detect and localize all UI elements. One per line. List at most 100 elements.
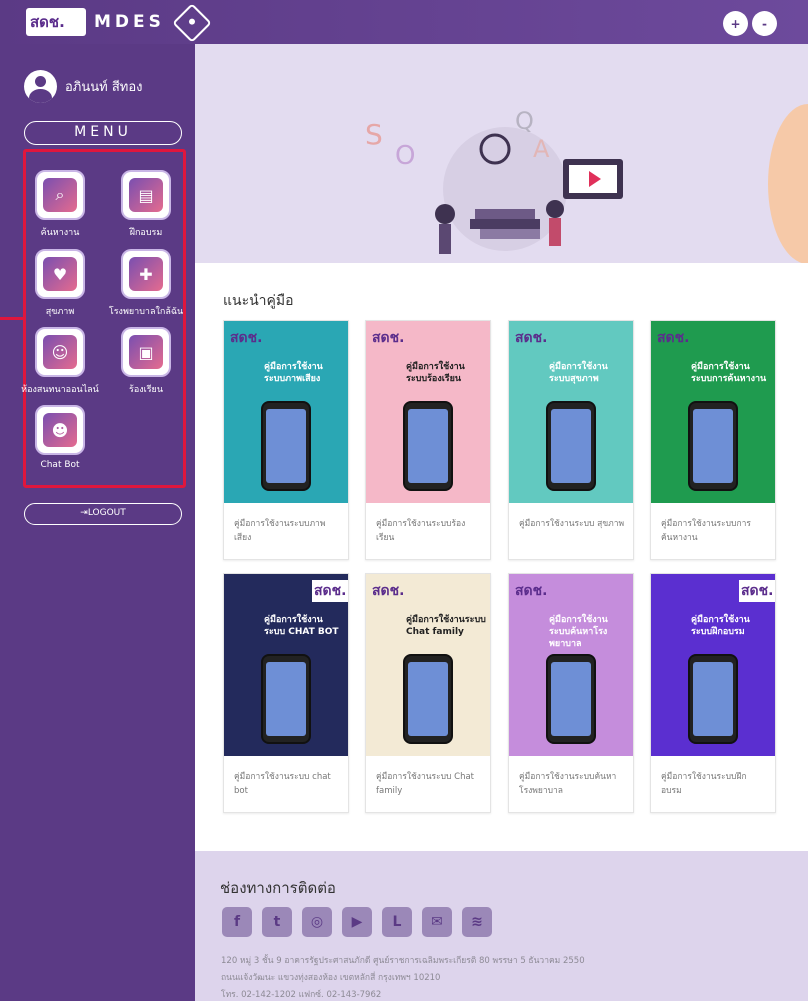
cover-logo: สดช. [657, 330, 690, 346]
menu-item-label: โรงพยาบาลใกล้ฉัน [108, 307, 184, 317]
manual-card-label: คู่มือการใช้งานระบบภาพ เสียง [234, 519, 326, 543]
font-decrease-button[interactable]: - [752, 11, 777, 36]
menu-item-complaint[interactable]: ▣ ร้องเรียน [106, 327, 186, 396]
menu-heading: MENU [24, 121, 182, 145]
cover-title: คู่มือการใช้งาน ระบบ CHAT BOT [264, 615, 339, 637]
manual-cover: สดช. คู่มือการใช้งาน ระบบ CHAT BOT [224, 574, 348, 756]
manual-card[interactable]: สดช. คู่มือการใช้งาน ระบบร้องเรียน คู่มือก… [365, 320, 491, 560]
manual-card-label: คู่มือการใช้งานระบบ chat bot [234, 772, 331, 796]
facebook-icon[interactable]: f [222, 907, 252, 937]
manual-card[interactable]: สดช. คู่มือการใช้งาน ระบบสุขภาพ คู่มือการใ… [508, 320, 634, 560]
menu-item-label: ห้องสนทนาออนไลน์ [21, 385, 99, 395]
menu-item-job-search[interactable]: ⌕ ค้นหางาน [20, 170, 100, 239]
cover-title: คู่มือการใช้งาน ระบบสุขภาพ [549, 362, 608, 384]
avatar [24, 70, 57, 103]
complaint-icon: ▣ [129, 335, 163, 369]
menu-item-label: ร้องเรียน [129, 385, 163, 395]
menu-item-health[interactable]: ♥ สุขภาพ [20, 249, 100, 318]
instagram-icon[interactable]: ◎ [302, 907, 332, 937]
manual-card[interactable]: สดช. คู่มือการใช้งาน ระบบค้นหาโรงพยาบาล คู… [508, 573, 634, 813]
manual-cover: สดช. คู่มือการใช้งาน ระบบฝึกอบรม [651, 574, 775, 756]
contact-title: ช่องทางการติดต่อ [220, 879, 336, 897]
manual-card-label: คู่มือการใช้งานระบบ สุขภาพ [519, 519, 625, 529]
chat-room-icon: ☺ [43, 335, 77, 369]
hero-banner: S O Q A [195, 44, 808, 263]
manual-cover: สดช. คู่มือการใช้งาน ระบบการค้นหางาน [651, 321, 775, 503]
phone-mockup [261, 401, 311, 491]
svg-text:Q: Q [515, 107, 534, 135]
manual-cover: สดช. คู่มือการใช้งาน ระบบสุขภาพ [509, 321, 633, 503]
manual-card-label: คู่มือการใช้งานระบบการ ค้นหางาน [661, 519, 751, 543]
manual-card[interactable]: สดช. คู่มือการใช้งาน ระบบ CHAT BOT คู่มือก… [223, 573, 349, 813]
cover-logo: สดช. [515, 330, 548, 346]
cover-logo: สดช. [312, 580, 348, 602]
chatbot-icon: ☻ [43, 413, 77, 447]
menu-item-chatbot[interactable]: ☻ Chat Bot [20, 405, 100, 470]
cover-title: คู่มือการใช้งาน ระบบการค้นหางาน [691, 362, 767, 384]
character-illustration [768, 104, 808, 263]
menu-item-label: ฝึกอบรม [129, 228, 163, 238]
phone-mockup [403, 401, 453, 491]
youtube-icon[interactable]: ▶ [342, 907, 372, 937]
phone-mockup [546, 654, 596, 744]
phone-mockup [688, 654, 738, 744]
manual-card-label: คู่มือการใช้งานระบบค้นหา โรงพยาบาล [519, 772, 617, 796]
section-title: แนะนำคู่มือ [223, 293, 294, 309]
manual-card[interactable]: สดช. คู่มือการใช้งาน ระบบภาพเสียง คู่มือกา… [223, 320, 349, 560]
cover-logo: สดช. [372, 330, 405, 346]
logout-button[interactable]: ⇥LOGOUT [24, 503, 182, 525]
svg-text:A: A [533, 135, 550, 163]
phone-mockup [403, 654, 453, 744]
manual-card[interactable]: สดช. คู่มือการใช้งาน ระบบฝึกอบรมคู่มือการ… [650, 573, 776, 813]
hospital-icon: ✚ [129, 257, 163, 291]
username: อภินนท์ สีทอง [65, 80, 143, 95]
brand-title: MDES [94, 12, 165, 32]
cover-title: คู่มือการใช้งาน ระบบค้นหาโรงพยาบาล [549, 615, 608, 649]
line-icon[interactable]: L [382, 907, 412, 937]
logout-icon: ⇥ [80, 508, 88, 518]
cover-logo: สดช. [230, 330, 263, 346]
manual-card-label: คู่มือการใช้งานระบบฝึก อบรม [661, 772, 747, 796]
manual-cover: สดช. คู่มือการใช้งาน ระบบภาพเสียง [224, 321, 348, 503]
job-search-icon: ⌕ [43, 178, 77, 212]
rss-icon[interactable]: ≋ [462, 907, 492, 937]
cover-title: คู่มือการใช้งาน ระบบภาพเสียง [264, 362, 323, 384]
phone-mockup [261, 654, 311, 744]
manual-card[interactable]: สดช. คู่มือการใช้งานระบบ Chat family คู่มื… [365, 573, 491, 813]
logout-label: LOGOUT [87, 508, 126, 518]
phone-line: โทร. 02-142-1202 แฟกซ์. 02-143-7962 [221, 990, 382, 1000]
phone-mockup [688, 401, 738, 491]
font-increase-button[interactable]: + [723, 11, 748, 36]
manual-card-label: คู่มือการใช้งานระบบร้อง เรียน [376, 519, 466, 543]
agency-logo[interactable]: สดช. [26, 8, 86, 36]
cover-logo: สดช. [515, 583, 548, 599]
menu-item-label: สุขภาพ [45, 307, 75, 317]
menu-item-hospital[interactable]: ✚ โรงพยาบาลใกล้ฉัน [106, 249, 186, 318]
sidebar-toggle-icon[interactable] [172, 3, 212, 43]
manual-cover: สดช. คู่มือการใช้งาน ระบบค้นหาโรงพยาบาล [509, 574, 633, 756]
user-profile[interactable]: อภินนท์ สีทอง [24, 70, 143, 103]
svg-text:O: O [395, 141, 415, 171]
manual-cover: สดช. คู่มือการใช้งานระบบ Chat family [366, 574, 490, 756]
manual-cover: สดช. คู่มือการใช้งาน ระบบร้องเรียน [366, 321, 490, 503]
address-line-1: 120 หมู่ 3 ชั้น 9 อาคารรัฐประศาสนภักดี ศ… [221, 956, 585, 966]
menu-item-chat-room[interactable]: ☺ ห้องสนทนาออนไลน์ [20, 327, 100, 396]
svg-text:S: S [365, 118, 383, 151]
manual-card[interactable]: สดช. คู่มือการใช้งาน ระบบการค้นหางาน คู่มื… [650, 320, 776, 560]
cover-title: คู่มือการใช้งาน ระบบฝึกอบรม [691, 615, 750, 637]
logo-text: สดช. [30, 13, 65, 31]
twitter-icon[interactable]: t [262, 907, 292, 937]
cover-logo: สดช. [739, 580, 775, 602]
menu-item-label: Chat Bot [40, 460, 80, 470]
email-icon[interactable]: ✉ [422, 907, 452, 937]
health-icon: ♥ [43, 257, 77, 291]
menu-item-label: ค้นหางาน [40, 228, 80, 238]
menu-item-training[interactable]: ▤ ฝึกอบรม [106, 170, 186, 239]
cover-title: คู่มือการใช้งาน ระบบร้องเรียน [406, 362, 465, 384]
manual-card-label: คู่มือการใช้งานระบบ Chat family [376, 772, 475, 796]
hero-illustration: S O Q A [365, 107, 623, 254]
address-line-2: ถนนแจ้งวัฒนะ แขวงทุ่งสองห้อง เขตหลักสี่ … [221, 973, 441, 983]
training-icon: ▤ [129, 178, 163, 212]
cover-title: คู่มือการใช้งานระบบ Chat family [406, 615, 486, 637]
top-bar: สดช. MDES + - [0, 0, 808, 44]
